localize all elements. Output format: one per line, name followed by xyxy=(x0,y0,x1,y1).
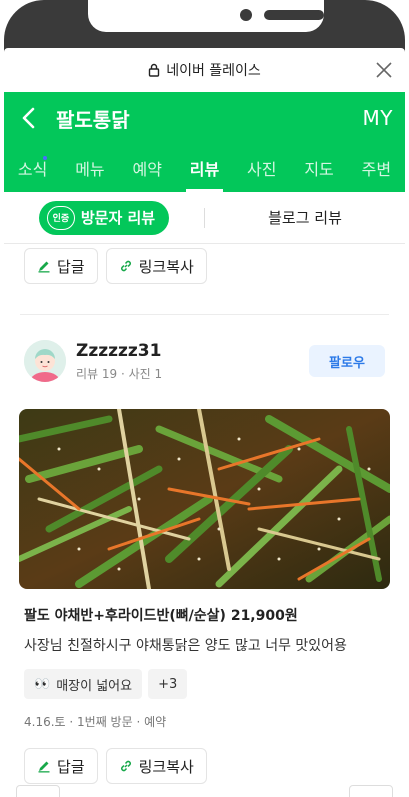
tab-map[interactable]: 지도 xyxy=(290,144,347,192)
tab-review[interactable]: 리뷰 xyxy=(176,144,233,192)
link-icon xyxy=(120,760,131,772)
reply-button[interactable]: 답글 xyxy=(24,248,98,284)
browser-title: 네이버 플레이스 xyxy=(148,60,261,80)
follow-button[interactable]: 팔로우 xyxy=(309,345,385,377)
device-frame-top xyxy=(0,0,409,60)
place-header: 팔도통닭 MY xyxy=(4,92,405,144)
tab-menu[interactable]: 메뉴 xyxy=(61,144,118,192)
user-avatar-icon xyxy=(24,340,66,382)
visit-info: 4.16.토 · 1번째 방문 · 예약 xyxy=(24,715,167,729)
back-arrow-icon[interactable] xyxy=(16,104,44,132)
my-button[interactable]: MY xyxy=(363,106,393,130)
next-item-stub xyxy=(16,785,60,797)
close-icon[interactable] xyxy=(373,59,395,81)
eyes-emoji-icon: 👀 xyxy=(34,676,51,692)
avatar[interactable] xyxy=(24,340,66,382)
browser-bar: 네이버 플레이스 xyxy=(4,48,405,92)
food-photo-image xyxy=(19,409,390,589)
device-notch xyxy=(88,0,324,32)
tab-photos[interactable]: 사진 xyxy=(233,144,290,192)
screen: 네이버 플레이스 팔도통닭 MY 소식 메뉴 예약 리뷰 사진 지도 주변 인증… xyxy=(4,48,405,797)
tab-bar: 소식 메뉴 예약 리뷰 사진 지도 주변 xyxy=(4,144,405,192)
link-icon xyxy=(120,260,131,272)
tab-news[interactable]: 소식 xyxy=(4,144,61,192)
lock-icon xyxy=(148,63,160,77)
place-title: 팔도통닭 xyxy=(56,107,130,132)
review-actions: 답글 링크복사 xyxy=(4,748,405,784)
copy-link-button[interactable]: 링크복사 xyxy=(105,248,207,284)
camera-icon xyxy=(240,9,252,21)
ordered-menu: 팔도 야채반+후라이드반(뼈/순살) 21,900원 xyxy=(24,608,298,624)
more-tags-button[interactable]: +3 xyxy=(148,669,188,699)
copy-link-button[interactable]: 링크복사 xyxy=(105,748,207,784)
keyword-tags: 👀 매장이 넓어요 +3 xyxy=(4,669,405,699)
review-text[interactable]: 사장님 친절하시구 야채통닭은 양도 많고 너무 맛있어용 xyxy=(4,635,405,655)
reply-button[interactable]: 답글 xyxy=(24,748,98,784)
browser-title-text: 네이버 플레이스 xyxy=(166,63,261,79)
visitor-review-tab[interactable]: 인증 방문자 리뷰 xyxy=(38,200,170,235)
speaker-grille xyxy=(264,10,324,20)
verified-badge: 인증 xyxy=(46,205,75,230)
tab-reservation[interactable]: 예약 xyxy=(119,144,176,192)
author-name[interactable]: Zzzzzz31 xyxy=(76,341,309,361)
visitor-review-label: 방문자 리뷰 xyxy=(80,209,156,227)
tab-nearby[interactable]: 주변 xyxy=(348,144,405,192)
pencil-icon xyxy=(38,261,50,273)
review-type-toggle: 인증 방문자 리뷰 블로그 리뷰 xyxy=(4,192,405,244)
pencil-icon xyxy=(38,761,50,773)
previous-review-actions: 답글 링크복사 xyxy=(4,248,405,284)
review-photo[interactable] xyxy=(19,409,390,589)
keyword-tag[interactable]: 👀 매장이 넓어요 xyxy=(24,669,143,699)
review-author: Zzzzzz31 리뷰 19 · 사진 1 팔로우 xyxy=(4,331,405,391)
next-item-stub xyxy=(349,785,393,797)
blog-review-tab[interactable]: 블로그 리뷰 xyxy=(205,207,405,228)
author-stats: 리뷰 19 · 사진 1 xyxy=(76,366,163,381)
